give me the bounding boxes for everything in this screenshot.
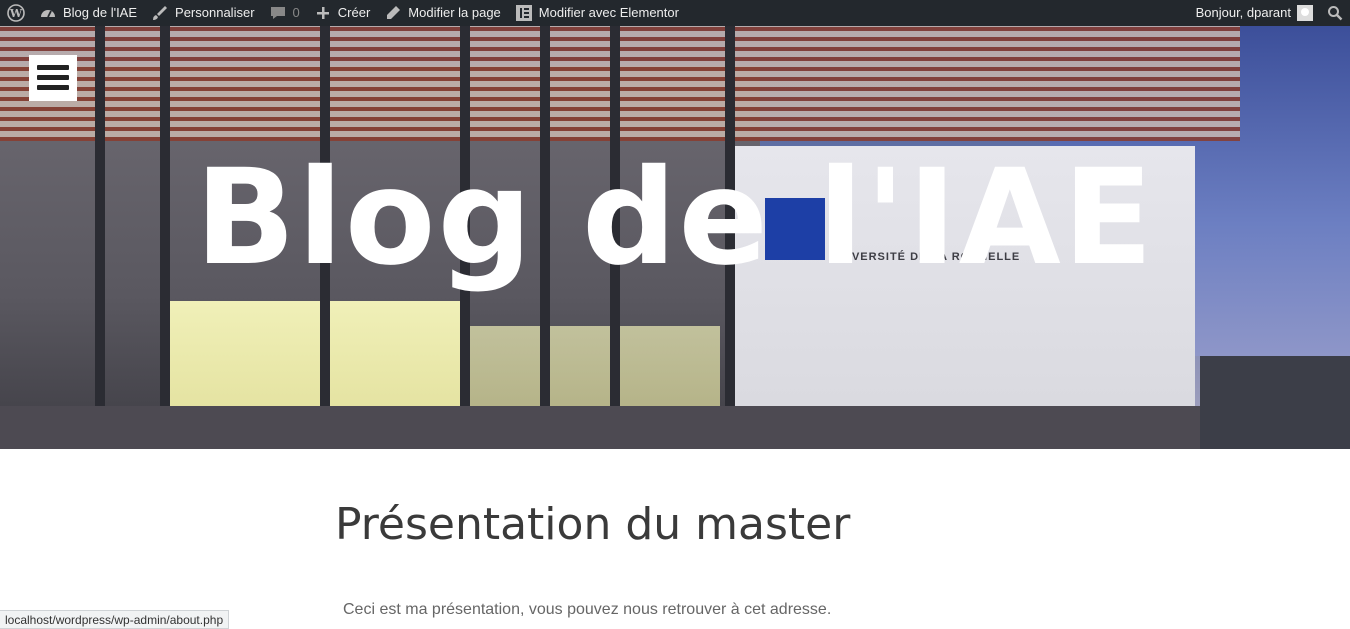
browser-status-bar: localhost/wordpress/wp-admin/about.php bbox=[0, 610, 230, 629]
hero-ground bbox=[0, 406, 1350, 449]
create-label: Créer bbox=[337, 5, 371, 20]
customize-label: Personnaliser bbox=[175, 5, 255, 20]
edit-page-label: Modifier la page bbox=[408, 5, 501, 20]
avatar bbox=[1297, 5, 1313, 21]
greeting-label: Bonjour, dparant bbox=[1195, 5, 1291, 20]
wordpress-logo-button[interactable]: W bbox=[0, 0, 32, 26]
hamburger-menu-button[interactable] bbox=[29, 55, 77, 101]
site-name-label: Blog de l'IAE bbox=[63, 5, 138, 20]
hero-dark-building bbox=[1200, 356, 1350, 449]
hamburger-bar bbox=[37, 85, 69, 90]
dashboard-icon bbox=[41, 10, 55, 18]
hamburger-bar bbox=[37, 75, 69, 80]
comments-link[interactable]: 0 bbox=[262, 0, 307, 26]
page-title: Présentation du master bbox=[335, 499, 851, 550]
create-link[interactable]: Créer bbox=[307, 0, 378, 26]
edit-elementor-label: Modifier avec Elementor bbox=[538, 5, 679, 20]
comments-count: 0 bbox=[292, 5, 300, 20]
brush-icon bbox=[153, 6, 168, 20]
hero-header-image: UNIVERSITÉ DE LA ROCHELLE Blog de l'IAE bbox=[0, 26, 1350, 449]
hero-glass-left bbox=[170, 301, 460, 416]
admin-bar: W Blog de l'IAE Personnaliser 0 Créer Mo… bbox=[0, 0, 1350, 26]
search-button[interactable] bbox=[1320, 0, 1350, 26]
account-menu[interactable]: Bonjour, dparant bbox=[1189, 0, 1320, 26]
svg-text:W: W bbox=[9, 7, 23, 20]
plus-icon bbox=[316, 7, 329, 19]
site-title[interactable]: Blog de l'IAE bbox=[0, 138, 1350, 298]
hamburger-icon bbox=[37, 65, 69, 70]
edit-page-link[interactable]: Modifier la page bbox=[377, 0, 508, 26]
customize-link[interactable]: Personnaliser bbox=[144, 0, 262, 26]
site-name-link[interactable]: Blog de l'IAE bbox=[32, 0, 144, 26]
pencil-icon bbox=[387, 6, 401, 19]
edit-elementor-link[interactable]: Modifier avec Elementor bbox=[508, 0, 686, 26]
search-icon bbox=[1328, 6, 1343, 21]
wordpress-icon: W bbox=[7, 4, 25, 22]
elementor-icon bbox=[515, 5, 532, 21]
hero-glass-right bbox=[470, 326, 720, 416]
hero-louvers bbox=[0, 26, 1240, 141]
comment-icon bbox=[270, 7, 285, 19]
intro-paragraph: Ceci est ma présentation, vous pouvez no… bbox=[343, 601, 832, 618]
